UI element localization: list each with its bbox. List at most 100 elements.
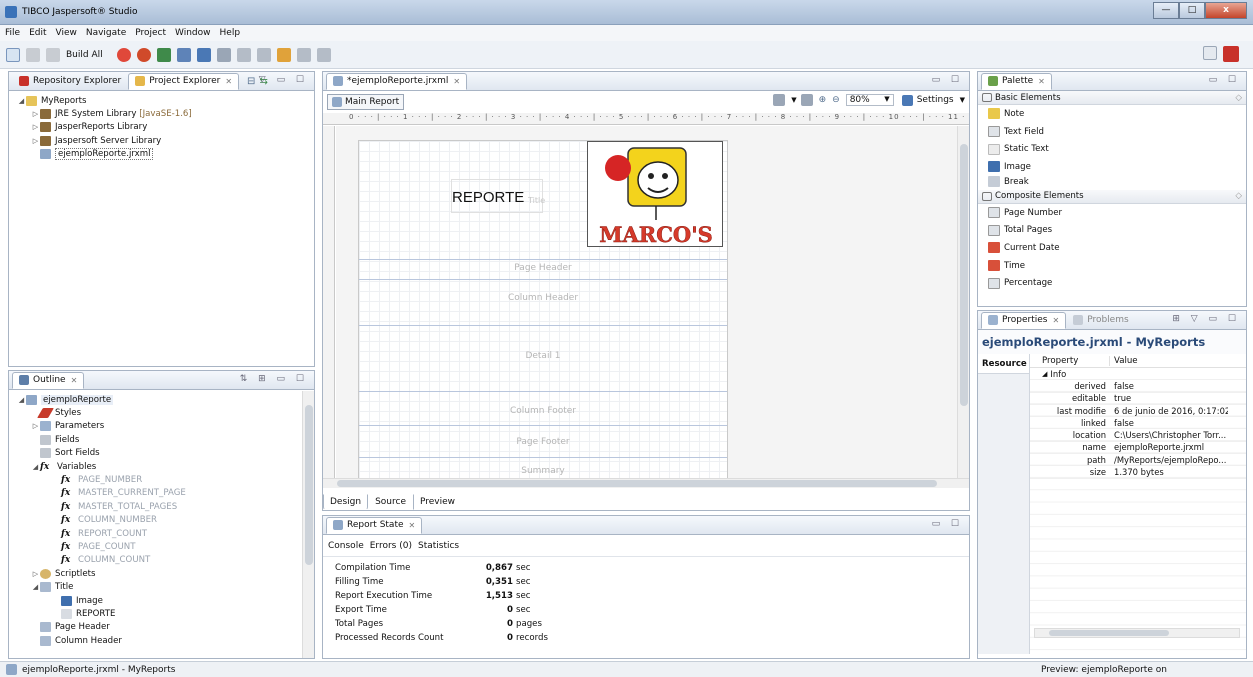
outline-variable[interactable]: fx PAGE_NUMBER <box>9 473 314 486</box>
wizard-icon[interactable] <box>176 47 191 62</box>
outline-item-scriptlets[interactable]: ▷ Scriptlets <box>9 567 314 580</box>
subtab-statistics[interactable]: Statistics <box>418 541 459 551</box>
view-menu-controls[interactable]: ▽ ▭ ☐ <box>259 75 308 85</box>
section-toggle-icon[interactable]: ◇ <box>1235 191 1242 201</box>
menu-view[interactable]: View <box>56 28 77 38</box>
outline-scrollbar[interactable] <box>302 391 314 658</box>
palette-item-percentage[interactable]: Percentage <box>978 275 1246 293</box>
back-icon[interactable] <box>296 47 311 62</box>
close-tab-icon[interactable]: ✕ <box>409 521 416 530</box>
last-edit-icon[interactable] <box>276 47 291 62</box>
tab-repository-explorer[interactable]: Repository Explorer <box>12 73 128 90</box>
outline-variable[interactable]: fx MASTER_CURRENT_PAGE <box>9 487 314 500</box>
close-tab-icon[interactable]: ✕ <box>71 376 78 385</box>
outline-item-styles[interactable]: Styles <box>9 406 314 419</box>
property-row[interactable]: derived false <box>1030 380 1246 393</box>
property-row[interactable]: linked false <box>1030 417 1246 430</box>
main-report-button[interactable]: Main Report <box>327 94 405 110</box>
page-header-boundary[interactable] <box>359 279 727 280</box>
section-toggle-icon[interactable]: ◇ <box>1235 93 1242 103</box>
tree-item-jasperreports-library[interactable]: ▷ JasperReports Library <box>9 121 314 134</box>
subtab-errors[interactable]: Errors (0) <box>370 541 412 551</box>
editor-vscroll-thumb[interactable] <box>960 144 968 406</box>
palette-composite-section[interactable]: Composite Elements ◇ <box>978 189 1246 204</box>
zoom-in-icon[interactable]: ⊕ <box>819 95 827 105</box>
collapsed-arrow-icon[interactable]: ▷ <box>31 123 40 131</box>
grid-icon[interactable] <box>800 94 813 106</box>
next-annotation-icon[interactable] <box>236 47 251 62</box>
detail-boundary[interactable] <box>359 391 727 392</box>
properties-horizontal-scrollbar[interactable] <box>1034 628 1240 638</box>
property-row[interactable]: path/MyReports/ejemploRepo... <box>1030 454 1246 467</box>
collapsed-arrow-icon[interactable]: ▷ <box>31 570 40 578</box>
save-all-icon[interactable] <box>46 47 60 62</box>
collapsed-arrow-icon[interactable]: ▷ <box>31 422 40 430</box>
column-header-boundary[interactable] <box>359 325 727 326</box>
palette-item-current-date[interactable]: Current Date <box>978 239 1246 257</box>
close-tab-icon[interactable]: ✕ <box>1052 316 1059 325</box>
build-all-button[interactable]: Build All <box>66 50 103 60</box>
menu-edit[interactable]: Edit <box>29 28 46 38</box>
zoom-select[interactable]: 80% ▼ <box>845 94 894 106</box>
properties-view-controls[interactable]: ⊞ ▽ ▭ ☐ <box>1172 314 1240 324</box>
minimize-button[interactable]: — <box>1153 2 1179 19</box>
outline-item-parameters[interactable]: ▷ Parameters <box>9 420 314 433</box>
open-perspective-icon[interactable] <box>1203 46 1217 60</box>
editor-vertical-scrollbar[interactable] <box>957 126 969 478</box>
property-row[interactable]: location C:\Users\Christopher Torr... <box>1030 429 1246 442</box>
outline-variable[interactable]: fx COLUMN_COUNT <box>9 554 314 567</box>
collapsed-arrow-icon[interactable]: ▷ <box>31 137 40 145</box>
outline-item-variables[interactable]: ◢ fx Variables <box>9 460 314 473</box>
settings-dropdown-icon[interactable]: ▼ <box>960 96 965 104</box>
palette-item-text-field[interactable]: Text Field <box>978 123 1246 141</box>
outline-item-fields[interactable]: Fields <box>9 433 314 446</box>
band-summary[interactable]: Summary <box>359 466 727 476</box>
tab-problems[interactable]: Problems <box>1066 312 1135 329</box>
palette-view-controls[interactable]: ▭ ☐ <box>1209 75 1240 85</box>
tab-report-state[interactable]: Report State ✕ <box>326 516 423 534</box>
close-tab-icon[interactable]: ✕ <box>225 77 232 86</box>
menu-window[interactable]: Window <box>175 28 211 38</box>
menu-project[interactable]: Project <box>135 28 166 38</box>
outline-variable[interactable]: fx COLUMN_NUMBER <box>9 514 314 527</box>
band-page-footer[interactable]: Page Footer <box>359 437 727 447</box>
subtab-console[interactable]: Console <box>328 541 364 551</box>
outline-item-page-header[interactable]: Page Header <box>9 621 314 634</box>
menu-help[interactable]: Help <box>220 28 241 38</box>
expand-arrow-icon[interactable]: ◢ <box>17 396 26 404</box>
tree-item-jre-library[interactable]: ▷ JRE System Library [JavaSE-1.6] <box>9 107 314 120</box>
design-canvas[interactable]: MARCO'S REPORTE Title Page Header Column… <box>336 126 958 478</box>
expand-arrow-icon[interactable]: ◢ <box>31 583 40 591</box>
property-row[interactable]: editable true <box>1030 393 1246 405</box>
band-column-footer[interactable]: Column Footer <box>359 406 727 416</box>
outline-item-column-header[interactable]: Column Header <box>9 634 314 647</box>
band-page-header[interactable]: Page Header <box>359 263 727 273</box>
close-tab-icon[interactable]: ✕ <box>453 77 460 86</box>
properties-group-info[interactable]: ◢ Info <box>1030 368 1246 381</box>
expand-arrow-icon[interactable]: ◢ <box>1030 370 1047 378</box>
palette-basic-section[interactable]: Basic Elements ◇ <box>978 91 1246 105</box>
run-report-icon[interactable] <box>116 47 131 62</box>
tree-item-jaspersoft-server-library[interactable]: ▷ Jaspersoft Server Library <box>9 134 314 147</box>
tab-palette[interactable]: Palette ✕ <box>981 72 1052 90</box>
title-band-boundary[interactable] <box>359 259 727 260</box>
dataset-icon[interactable] <box>156 47 171 62</box>
outline-root[interactable]: ◢ ejemploReporte <box>9 393 314 406</box>
expand-arrow-icon[interactable]: ◢ <box>31 463 40 471</box>
outline-item-reporte-label[interactable]: REPORTE <box>9 607 314 620</box>
palette-item-note[interactable]: Note <box>978 105 1246 123</box>
editor-view-controls[interactable]: ▭ ☐ <box>932 75 963 85</box>
tab-design[interactable]: Design <box>323 494 369 510</box>
tab-source[interactable]: Source <box>368 494 413 510</box>
outline-variable[interactable]: fx MASTER_TOTAL_PAGES <box>9 500 314 513</box>
layout-icon[interactable] <box>773 94 786 106</box>
outline-view-controls[interactable]: ⇅ ⊞ ▭ ☐ <box>240 374 308 384</box>
property-row[interactable]: last modifie 6 de junio de 2016, 0:17:02 <box>1030 405 1246 418</box>
outline-item-image[interactable]: Image <box>9 594 314 607</box>
palette-item-time[interactable]: Time <box>978 257 1246 275</box>
tab-properties[interactable]: Properties ✕ <box>981 311 1067 329</box>
debug-icon[interactable] <box>136 47 151 62</box>
settings-button[interactable]: Settings <box>917 95 954 105</box>
save-icon[interactable] <box>26 47 40 62</box>
outline-variable[interactable]: fx REPORT_COUNT <box>9 527 314 540</box>
